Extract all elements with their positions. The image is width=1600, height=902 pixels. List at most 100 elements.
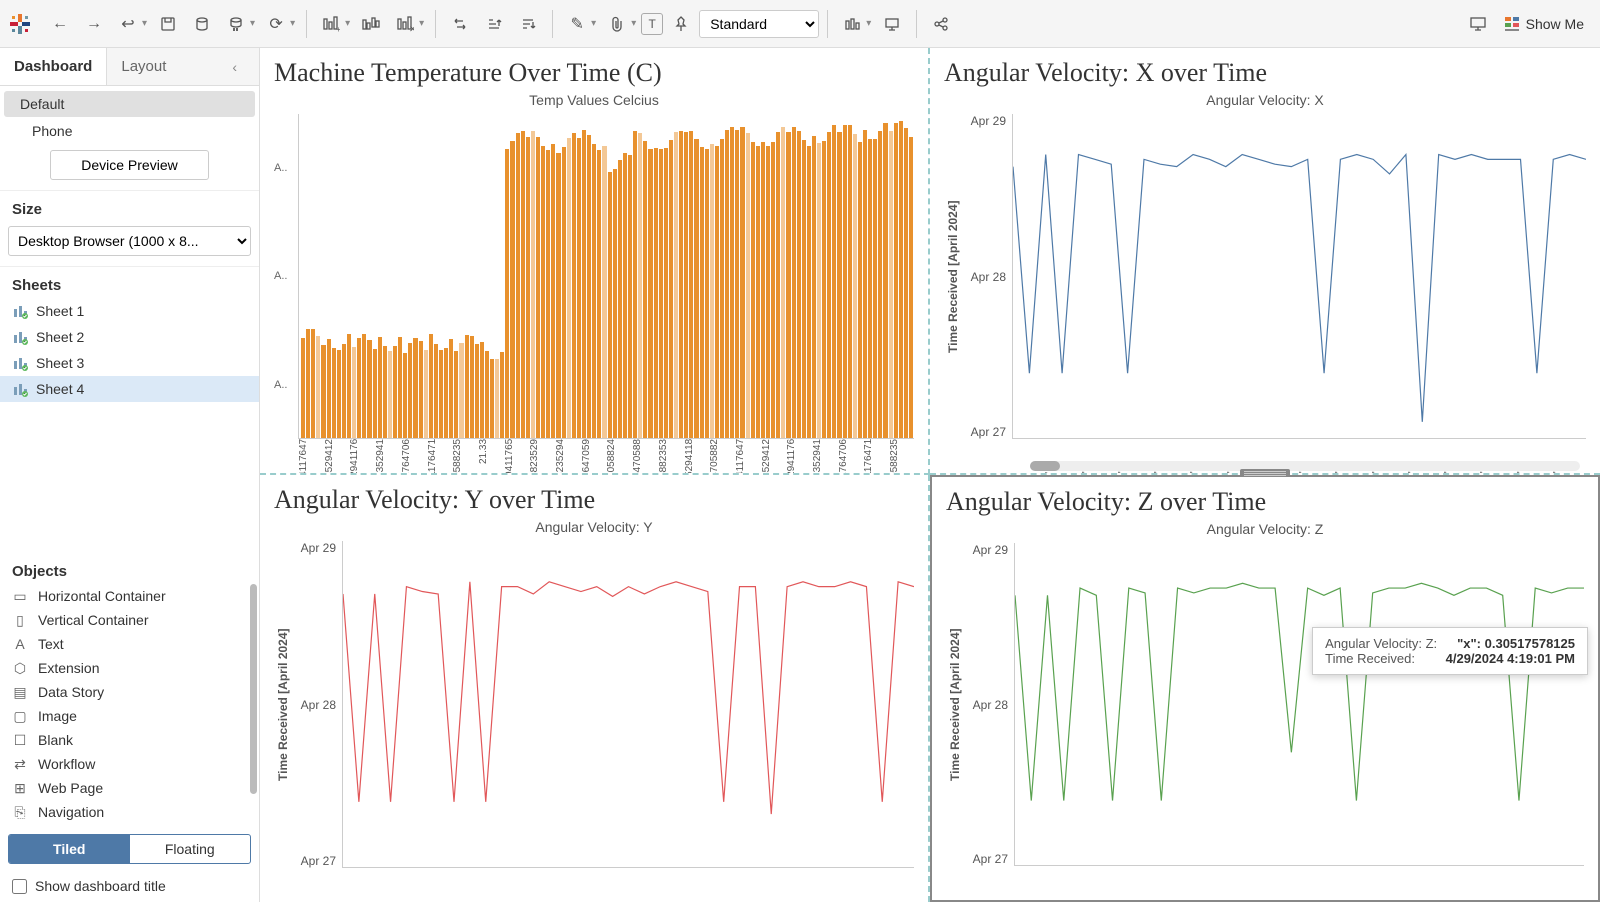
y-axis: Apr 29Apr 28Apr 27 — [962, 114, 1012, 439]
extension-icon: ⬡ — [12, 660, 28, 676]
y-axis-title: Time Received [April 2024] — [944, 114, 962, 439]
object-workflow[interactable]: ⇄Workflow — [0, 752, 259, 776]
show-title-checkbox[interactable]: Show dashboard title — [0, 870, 259, 902]
navigation-icon: ⎘ — [12, 804, 28, 820]
panel-title: Machine Temperature Over Time (C) — [274, 58, 914, 88]
object-web-page[interactable]: ⊞Web Page — [0, 776, 259, 800]
refresh-button[interactable]: ⟳ — [260, 8, 292, 40]
size-select[interactable]: Desktop Browser (1000 x 8... — [8, 226, 251, 256]
object-text[interactable]: AText — [0, 632, 259, 656]
worksheet-icon — [12, 381, 28, 397]
panel-title: Angular Velocity: X over Time — [944, 58, 1586, 88]
y-axis-title: Time Received [April 2024] — [946, 543, 964, 866]
share-button[interactable] — [925, 8, 957, 40]
undo-button[interactable]: ↩ — [112, 8, 144, 40]
main-toolbar: ← → ↩▾ ▾ ⟳▾ +▾ ✕▾ ✎▾ ▾ T Standard ▾ Show… — [0, 0, 1600, 48]
duplicate-sheet-button[interactable] — [355, 8, 387, 40]
object-vertical-container[interactable]: ▯Vertical Container — [0, 608, 259, 632]
sheets-list: Sheet 1 Sheet 2 Sheet 3 Sheet 4 — [0, 298, 259, 410]
y-axis: Apr 29Apr 28Apr 27 — [292, 541, 342, 868]
sheet-item[interactable]: Sheet 1 — [0, 298, 259, 324]
tableau-logo-icon — [8, 12, 32, 36]
device-preview-button[interactable]: Device Preview — [50, 150, 208, 180]
text-icon: A — [12, 636, 28, 652]
show-me-button[interactable]: Show Me — [1496, 16, 1592, 32]
fit-select[interactable]: Standard — [699, 10, 819, 38]
worksheet-icon — [12, 329, 28, 345]
back-button[interactable]: ← — [44, 8, 76, 40]
x-axis: ar_vel..ector3""x": 0.0"x":0.0}140625}42… — [946, 866, 1584, 902]
layout-mode-toggle: Tiled Floating — [8, 834, 251, 864]
objects-list: ▭Horizontal Container ▯Vertical Containe… — [0, 584, 259, 828]
vertical-container-icon: ▯ — [12, 612, 28, 628]
panel-subtitle: Angular Velocity: X — [944, 92, 1586, 108]
tab-layout[interactable]: Layout‹ — [106, 48, 259, 85]
show-me-icon — [1504, 16, 1520, 32]
horizontal-scrollbar[interactable] — [1030, 461, 1580, 471]
resize-handle[interactable] — [1240, 469, 1290, 477]
line-plot — [342, 541, 914, 868]
tiled-button[interactable]: Tiled — [9, 835, 130, 863]
pause-data-button[interactable] — [220, 8, 252, 40]
object-extension[interactable]: ⬡Extension — [0, 656, 259, 680]
tooltip: Angular Velocity: Z:"x": 0.30517578125 T… — [1312, 627, 1588, 675]
object-data-story[interactable]: ▤Data Story — [0, 680, 259, 704]
clear-sheet-button[interactable]: ✕ — [389, 8, 421, 40]
panel-subtitle: Angular Velocity: Z — [946, 521, 1584, 537]
panel-angular-z[interactable]: ✕ ↗ ▾ Angular Velocity: Z over Time Angu… — [930, 475, 1600, 902]
objects-heading: Objects — [0, 553, 259, 584]
horizontal-container-icon: ▭ — [12, 588, 28, 604]
panel-subtitle: Angular Velocity: Y — [274, 519, 914, 535]
device-default[interactable]: Default — [4, 91, 255, 117]
web-page-icon: ⊞ — [12, 780, 28, 796]
show-cards-button[interactable] — [836, 8, 868, 40]
highlight-button[interactable]: ✎ — [561, 8, 593, 40]
image-icon: ▢ — [12, 708, 28, 724]
panel-title: Angular Velocity: Z over Time — [946, 487, 1584, 517]
object-navigation[interactable]: ⎘Navigation — [0, 800, 259, 824]
data-story-icon: ▤ — [12, 684, 28, 700]
sheet-item[interactable]: Sheet 2 — [0, 324, 259, 350]
device-phone[interactable]: Phone — [4, 118, 255, 144]
new-worksheet-button[interactable]: + — [315, 8, 347, 40]
worksheet-icon — [12, 303, 28, 319]
sidebar: Dashboard Layout‹ Default Phone Device P… — [0, 48, 260, 902]
presentation-button[interactable] — [876, 8, 908, 40]
workflow-icon: ⇄ — [12, 756, 28, 772]
line-plot — [1014, 543, 1584, 866]
sort-asc-button[interactable] — [478, 8, 510, 40]
panel-title: Angular Velocity: Y over Time — [274, 485, 914, 515]
show-me-label: Show Me — [1526, 16, 1584, 32]
attach-button[interactable] — [601, 8, 633, 40]
object-blank[interactable]: ☐Blank — [0, 728, 259, 752]
x-axis: 19.02411764719.35352941219.68294117620.0… — [274, 439, 914, 475]
y-axis-title: Time Received [April 2024] — [274, 541, 292, 868]
worksheet-icon — [12, 355, 28, 371]
pin-button[interactable] — [665, 8, 697, 40]
text-label-button[interactable]: T — [641, 13, 663, 35]
x-axis: ar_vel..ector3""x": 0.014062542187510937… — [274, 868, 914, 902]
panel-angular-y[interactable]: Angular Velocity: Y over Time Angular Ve… — [260, 475, 930, 902]
presentation-mode-button[interactable] — [1462, 8, 1494, 40]
blank-icon: ☐ — [12, 732, 28, 748]
svg-text:+: + — [336, 25, 340, 32]
object-image[interactable]: ▢Image — [0, 704, 259, 728]
panel-angular-x[interactable]: Angular Velocity: X over Time Angular Ve… — [930, 48, 1600, 475]
chevron-left-icon: ‹ — [232, 59, 245, 75]
scrollbar[interactable] — [250, 584, 257, 794]
size-heading: Size — [0, 191, 259, 222]
sheet-item[interactable]: Sheet 4 — [0, 376, 259, 402]
forward-button[interactable]: → — [78, 8, 110, 40]
floating-button[interactable]: Floating — [130, 835, 251, 863]
save-button[interactable] — [152, 8, 184, 40]
tab-dashboard[interactable]: Dashboard — [0, 48, 106, 85]
datasource-button[interactable] — [186, 8, 218, 40]
swap-button[interactable] — [444, 8, 476, 40]
line-plot — [1012, 114, 1586, 439]
y-axis: Apr 29Apr 28Apr 27 — [964, 543, 1014, 866]
sort-desc-button[interactable] — [512, 8, 544, 40]
panel-temperature[interactable]: Machine Temperature Over Time (C) Temp V… — [260, 48, 930, 475]
y-axis: A..A..A.. — [274, 114, 298, 439]
sheet-item[interactable]: Sheet 3 — [0, 350, 259, 376]
object-horizontal-container[interactable]: ▭Horizontal Container — [0, 584, 259, 608]
